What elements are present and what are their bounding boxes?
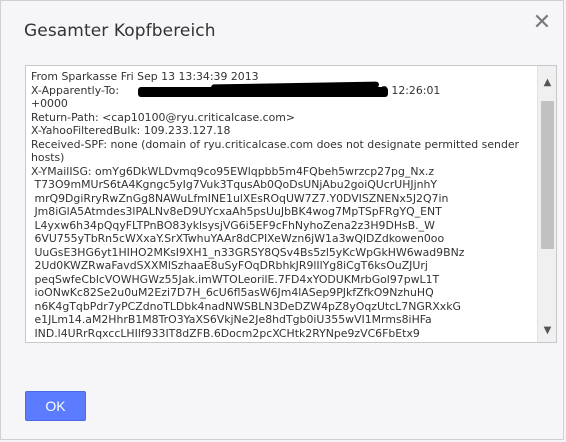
header-line: yMV3ig71xAiEBgPyXESShsqVhSSoxo8WN.k9OEcb…: [31, 340, 430, 342]
header-line: Return-Path: <cap10100@ryu.criticalcase.…: [31, 110, 296, 124]
header-line: IND.l4URrRqxccLHIlf933IT8dZFB.6Docm2pcXC…: [31, 326, 420, 340]
header-line: ioONwKc82Se2u0uM2Ezi7D7H_6cU6fl5asW6Jm4l…: [31, 286, 434, 299]
full-header-textbox[interactable]: From Sparkasse Fri Sep 13 13:34:39 2013 …: [25, 65, 557, 343]
scroll-up-icon[interactable]: ▲: [541, 76, 554, 89]
close-icon[interactable]: ✕: [530, 11, 554, 35]
header-line: X-YMailISG: omYg6DkWLDvmq9co95EWlqpbb5m4…: [31, 164, 435, 178]
header-line: From Sparkasse Fri Sep 13 13:34:39 2013: [31, 70, 259, 83]
header-line: 2Ud0KWZRwaFavdSXXMlSzhaaE8uSyFOqDRbhkJR9…: [31, 259, 428, 272]
header-line: hosts): [31, 151, 65, 164]
header-line: Received-SPF: none (domain of ryu.critic…: [31, 137, 520, 151]
scroll-thumb[interactable]: [541, 101, 554, 249]
header-line: 6VU755yTbRn5cWXxaY.SrXTwhuYAAr8dCPIXeWzn…: [31, 232, 445, 245]
header-line: T73O9mMUrS6tA4Kgngc5yIg7Vuk3TqusAb0QoDsU…: [31, 178, 438, 191]
header-line: peqSwfeCblcVOWHGWz55Jak.imWTOLeorilE.7FD…: [31, 272, 440, 286]
header-line: L4yxw6h34pQqyFLTPnBO83yklsysjVG6i5EF9cFh…: [31, 218, 435, 232]
header-dialog: Gesamter Kopfbereich ✕ From Sparkasse Fr…: [0, 0, 564, 440]
ok-button[interactable]: OK: [25, 391, 86, 421]
dialog-title: Gesamter Kopfbereich: [24, 21, 216, 41]
header-line: UuGsE3HG6yt1HIHO2MKsI9XH1_n33GRSY8QSv4Bs…: [31, 245, 465, 259]
header-line: X-YahooFilteredBulk: 109.233.127.18: [31, 124, 231, 137]
header-line: +0000: [31, 97, 68, 110]
header-line: n6K4gTqbPdr7yPCZdnoTLDbk4nadNWSBLN3DeDZW…: [31, 299, 461, 313]
header-text: From Sparkasse Fri Sep 13 13:34:39 2013 …: [31, 70, 536, 342]
header-line: Jm8iGlA5Atmdes3lPALNv8eD9UYcxaAh5psUuJbB…: [31, 205, 442, 218]
vertical-scrollbar[interactable]: ▲ ▼: [537, 66, 556, 342]
scroll-down-icon[interactable]: ▼: [541, 324, 554, 337]
header-line: e1JLm14.aM2HhrB1M8TrO3YaXS6VkjNe2Je8hdTg…: [31, 313, 432, 326]
header-line: mrQ9DgiRryRwZnGg8NAWuLfmINE1ulXEsROqUW7Z…: [31, 191, 449, 205]
